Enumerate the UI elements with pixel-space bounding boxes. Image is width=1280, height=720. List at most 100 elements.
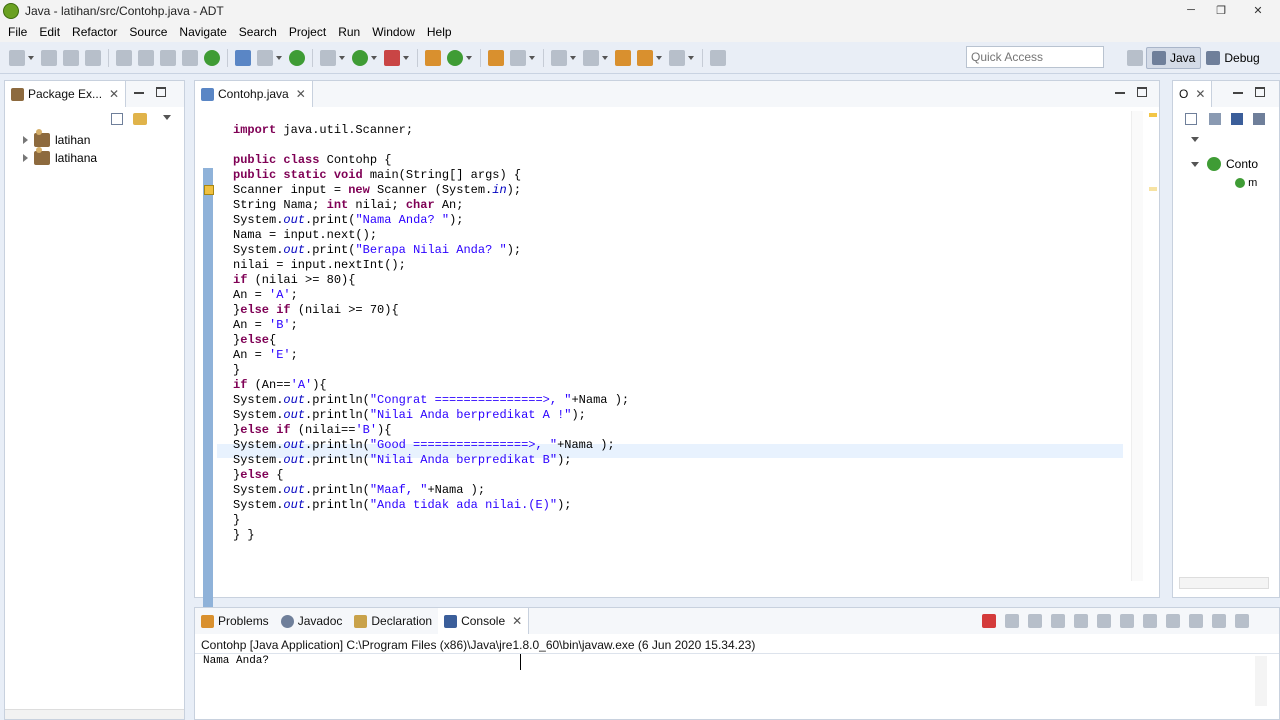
- link-with-editor-icon[interactable]: [133, 113, 147, 125]
- horizontal-scrollbar[interactable]: [5, 709, 184, 719]
- pin-editor-icon[interactable]: [710, 49, 726, 66]
- sdk-manager-icon[interactable]: [116, 49, 132, 66]
- new-class-dropdown-icon[interactable]: [466, 55, 472, 60]
- task-dropdown-icon[interactable]: [276, 55, 282, 60]
- menu-window[interactable]: Window: [366, 25, 421, 39]
- console-output[interactable]: Nama Anda?: [203, 655, 269, 667]
- minimize-view-icon[interactable]: [1233, 87, 1243, 94]
- maximize-view-icon[interactable]: [1137, 87, 1147, 97]
- maximize-view-icon[interactable]: [1255, 87, 1265, 97]
- hide-fields-icon[interactable]: [1231, 113, 1243, 125]
- view-menu-icon[interactable]: [1191, 137, 1199, 142]
- external-run-dropdown-icon[interactable]: [403, 55, 409, 60]
- code-line[interactable]: [233, 138, 629, 153]
- outline-method-item[interactable]: m: [1235, 177, 1257, 189]
- save-icon[interactable]: [41, 49, 57, 66]
- code-line[interactable]: }else if (nilai=='B'){: [233, 423, 629, 438]
- code-line[interactable]: }else if (nilai >= 70){: [233, 303, 629, 318]
- new-package-icon[interactable]: [425, 49, 441, 66]
- open-perspective-icon[interactable]: [1127, 50, 1143, 66]
- code-line[interactable]: System.out.println("Congrat ============…: [233, 393, 629, 408]
- word-wrap-icon[interactable]: [1097, 614, 1111, 628]
- tab-package-explorer[interactable]: Package Ex... ✕: [5, 81, 127, 107]
- menu-file[interactable]: File: [2, 25, 33, 39]
- avd-manager-icon[interactable]: [138, 49, 154, 66]
- display-console-icon[interactable]: [1166, 614, 1180, 628]
- debug-icon[interactable]: [320, 49, 336, 66]
- overview-ruler[interactable]: [1147, 111, 1157, 581]
- menu-navigate[interactable]: Navigate: [173, 25, 232, 39]
- tab-contohp-java[interactable]: Contohp.java ✕: [195, 81, 313, 107]
- tab-console[interactable]: Console ✕: [438, 608, 530, 634]
- overview-occurrence-marker[interactable]: [1149, 187, 1157, 191]
- code-line[interactable]: if (nilai >= 80){: [233, 273, 629, 288]
- previous-annotation-dropdown-icon[interactable]: [602, 55, 608, 60]
- code-line[interactable]: System.out.print("Berapa Nilai Anda? ");: [233, 243, 629, 258]
- search-dropdown-icon[interactable]: [529, 55, 535, 60]
- menu-edit[interactable]: Edit: [33, 25, 66, 39]
- code-area[interactable]: import java.util.Scanner; public class Co…: [233, 123, 629, 543]
- code-line[interactable]: An = 'E';: [233, 348, 629, 363]
- perspective-java[interactable]: Java: [1146, 47, 1202, 69]
- close-icon[interactable]: ✕: [109, 87, 119, 101]
- terminate-icon[interactable]: [982, 614, 996, 628]
- previous-annotation-icon[interactable]: [583, 49, 599, 66]
- minimize-view-icon[interactable]: [1115, 87, 1125, 94]
- code-line[interactable]: System.out.print("Nama Anda? ");: [233, 213, 629, 228]
- code-line[interactable]: if (An=='A'){: [233, 378, 629, 393]
- minimize-view-icon[interactable]: [134, 87, 144, 94]
- code-line[interactable]: String Nama; int nilai; char An;: [233, 198, 629, 213]
- close-window-button[interactable]: ✕: [1236, 0, 1280, 20]
- menu-project[interactable]: Project: [283, 25, 332, 39]
- restore-button[interactable]: ❐: [1206, 0, 1236, 20]
- next-annotation-icon[interactable]: [551, 49, 567, 66]
- menu-run[interactable]: Run: [332, 25, 366, 39]
- print-icon[interactable]: [85, 49, 101, 66]
- lint-icon[interactable]: [160, 49, 176, 66]
- code-line[interactable]: import java.util.Scanner;: [233, 123, 629, 138]
- maximize-view-icon[interactable]: [156, 87, 166, 97]
- horizontal-scrollbar[interactable]: [1179, 577, 1269, 589]
- minimize-button[interactable]: ─: [1176, 0, 1206, 20]
- close-icon[interactable]: ✕: [1195, 87, 1205, 101]
- task-icon[interactable]: [257, 49, 273, 66]
- quick-access-input[interactable]: [966, 46, 1104, 68]
- code-line[interactable]: System.out.println("Nilai Anda berpredik…: [233, 408, 629, 423]
- code-line[interactable]: An = 'A';: [233, 288, 629, 303]
- horizontal-scrollbar[interactable]: [233, 579, 1123, 591]
- toggle-mark-occurrences-icon[interactable]: [235, 49, 251, 66]
- sort-icon[interactable]: [1209, 113, 1221, 125]
- remove-all-terminated-icon[interactable]: [1028, 614, 1042, 628]
- tree-item-project[interactable]: latihana: [23, 147, 97, 165]
- code-line[interactable]: Scanner input = new Scanner (System.in);: [233, 183, 629, 198]
- open-console-icon[interactable]: [1189, 614, 1203, 628]
- hide-static-icon[interactable]: [1253, 113, 1265, 125]
- perspective-debug[interactable]: Debug: [1201, 47, 1264, 69]
- minimize-view-icon[interactable]: [1212, 614, 1226, 628]
- code-line[interactable]: System.out.println("Good ===============…: [233, 438, 629, 453]
- pin-console-icon[interactable]: [1143, 614, 1157, 628]
- expand-icon[interactable]: [23, 154, 28, 162]
- scroll-lock-icon[interactable]: [1074, 614, 1088, 628]
- collapse-all-icon[interactable]: [111, 113, 123, 125]
- maximize-view-icon[interactable]: [1235, 614, 1249, 628]
- code-line[interactable]: }: [233, 513, 629, 528]
- code-line[interactable]: }else{: [233, 333, 629, 348]
- menu-search[interactable]: Search: [233, 25, 283, 39]
- close-icon[interactable]: ✕: [512, 614, 522, 628]
- code-line[interactable]: }: [233, 363, 629, 378]
- menu-source[interactable]: Source: [123, 25, 173, 39]
- code-line[interactable]: nilai = input.nextInt();: [233, 258, 629, 273]
- new-dropdown-icon[interactable]: [28, 55, 34, 60]
- tab-problems[interactable]: Problems: [195, 608, 275, 634]
- show-on-output-icon[interactable]: [1120, 614, 1134, 628]
- outline-class-item[interactable]: Conto: [1191, 157, 1258, 171]
- menu-refactor[interactable]: Refactor: [66, 25, 123, 39]
- code-line[interactable]: } }: [233, 528, 629, 543]
- new-java-class-icon[interactable]: [289, 49, 305, 66]
- clear-console-icon[interactable]: [1051, 614, 1065, 628]
- search-tool-icon[interactable]: [510, 49, 526, 66]
- android-project-icon[interactable]: [204, 49, 220, 66]
- view-menu-icon[interactable]: [163, 115, 171, 120]
- tab-outline[interactable]: O ✕: [1173, 81, 1213, 107]
